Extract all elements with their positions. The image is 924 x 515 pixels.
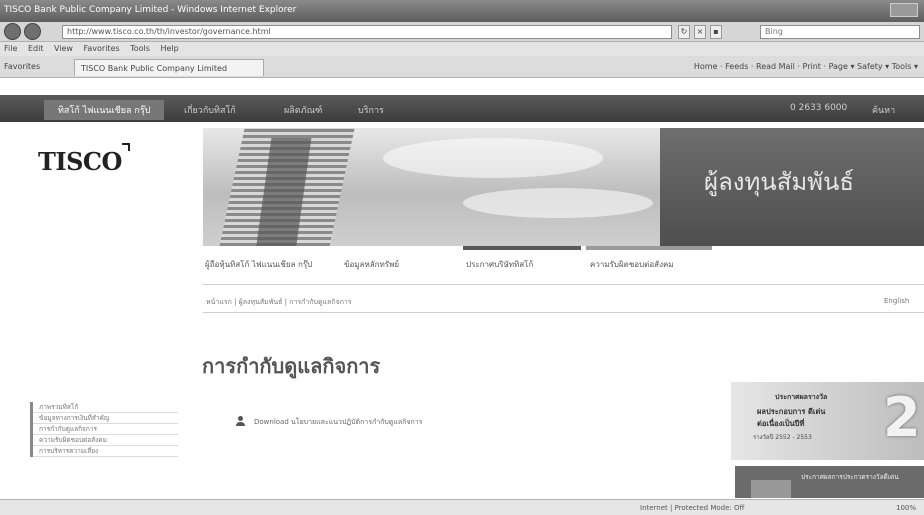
side-menu-item[interactable]: ข้อมูลทางการเงินที่สำคัญ (33, 413, 178, 424)
page-title: การกำกับดูแลกิจการ (202, 354, 381, 378)
forward-button[interactable] (24, 23, 41, 40)
stop-icon[interactable]: × (694, 25, 706, 39)
subnav-indicator (586, 246, 712, 250)
phone-number: 0 2633 6000 (790, 103, 848, 113)
secondary-promo-banner[interactable]: ประกาศผลการประกวดรางวัลดีเด่น (735, 466, 924, 498)
subnav-shareholders[interactable]: ผู้ถือหุ้นทิสโก้ ไฟแนนเชียล กรุ๊ป (205, 258, 312, 271)
status-bar: Internet | Protected Mode: Off 100% (0, 499, 924, 515)
divider (203, 312, 924, 313)
download-link[interactable]: Download นโยบายและแนวปฏิบัติการกำกับดูแล… (254, 417, 422, 428)
browser-tab[interactable]: TISCO Bank Public Company Limited (74, 59, 264, 76)
site-nav-financial-group[interactable]: ทิสโก้ ไฟแนนเชียล กรุ๊ป (44, 100, 165, 120)
site-nav-about[interactable]: เกี่ยวกับทิสโก้ (184, 103, 236, 117)
promo-line: ประกาศผลรางวัล (775, 393, 828, 401)
site-nav-products[interactable]: ผลิตภัณฑ์ (284, 103, 322, 117)
divider (203, 284, 924, 285)
logo-text: TISCO (38, 147, 122, 176)
promo-image (751, 480, 791, 498)
window-title: TISCO Bank Public Company Limited - Wind… (4, 5, 297, 15)
address-input[interactable]: http://www.tisco.co.th/th/investor/gover… (62, 25, 672, 39)
menu-edit[interactable]: Edit (28, 44, 44, 53)
promo-big-number: 2 (883, 386, 921, 449)
search-input[interactable]: Bing (760, 25, 920, 39)
banner-image (203, 128, 660, 246)
favorites-bar: Favorites TISCO Bank Public Company Limi… (0, 56, 924, 78)
award-promo-banner[interactable]: ประกาศผลรางวัล ผลประกอบการ ดีเด่น ต่อเนื… (731, 382, 924, 460)
menu-bar: File Edit View Favorites Tools Help (0, 42, 924, 56)
side-menu-item[interactable]: ความรับผิดชอบต่อสังคม (33, 435, 178, 446)
back-button[interactable] (4, 23, 21, 40)
side-menu-item[interactable]: ภาพรวมทิสโก้ (33, 402, 178, 413)
cloud-shape (463, 188, 653, 218)
side-menu-item[interactable]: การบริหารความเสี่ยง (33, 446, 178, 457)
favorites-button[interactable]: Favorites (4, 62, 40, 71)
menu-tools[interactable]: Tools (130, 44, 150, 53)
menu-help[interactable]: Help (160, 44, 178, 53)
address-bar-row: http://www.tisco.co.th/th/investor/gover… (0, 22, 924, 42)
refresh-icon[interactable]: ↻ (678, 25, 690, 39)
menu-file[interactable]: File (4, 44, 17, 53)
promo-line: ต่อเนื่องเป็นปีที่ (757, 419, 805, 428)
window-title-bar: TISCO Bank Public Company Limited - Wind… (0, 0, 924, 22)
subnav-securities[interactable]: ข้อมูลหลักทรัพย์ (344, 258, 399, 271)
banner-title-panel: ผู้ลงทุนสัมพันธ์ (660, 128, 924, 246)
menu-view[interactable]: View (54, 44, 73, 53)
window-controls[interactable] (890, 3, 918, 17)
banner-title: ผู้ลงทุนสัมพันธ์ (704, 168, 855, 196)
menu-favorites[interactable]: Favorites (84, 44, 120, 53)
site-search-link[interactable]: ค้นหา (872, 103, 895, 117)
promo-footer-text: ประกาศผลการประกวดรางวัลดีเด่น (801, 473, 899, 481)
subnav-announcements[interactable]: ประกาศบริษัททิสโก้ (466, 258, 533, 271)
side-menu: ภาพรวมทิสโก้ ข้อมูลทางการเงินที่สำคัญ กา… (30, 402, 178, 457)
subnav-csr[interactable]: ความรับผิดชอบต่อสังคม (590, 258, 674, 271)
promo-line: ผลประกอบการ ดีเด่น (757, 407, 826, 416)
language-switch[interactable]: English (884, 297, 909, 305)
security-zone: Internet | Protected Mode: Off (640, 504, 745, 512)
user-icon (236, 416, 245, 426)
tisco-logo[interactable]: TISCO (38, 143, 130, 176)
breadcrumb[interactable]: หน้าแรก | ผู้ลงทุนสัมพันธ์ | การกำกับดูแ… (206, 297, 352, 308)
compat-icon[interactable]: ▪ (710, 25, 722, 39)
subnav-active-indicator (463, 246, 581, 250)
promo-line: รางวัลปี 2552 - 2553 (753, 434, 812, 441)
site-nav: ทิสโก้ ไฟแนนเชียล กรุ๊ป เกี่ยวกับทิสโก้ … (0, 95, 924, 122)
logo-mark-icon (121, 143, 130, 151)
cloud-shape (383, 138, 603, 178)
command-bar[interactable]: Home · Feeds · Read Mail · Print · Page … (694, 62, 918, 71)
site-nav-services[interactable]: บริการ (358, 103, 384, 117)
zoom-level[interactable]: 100% (896, 504, 916, 512)
side-menu-item[interactable]: การกำกับดูแลกิจการ (33, 424, 178, 435)
